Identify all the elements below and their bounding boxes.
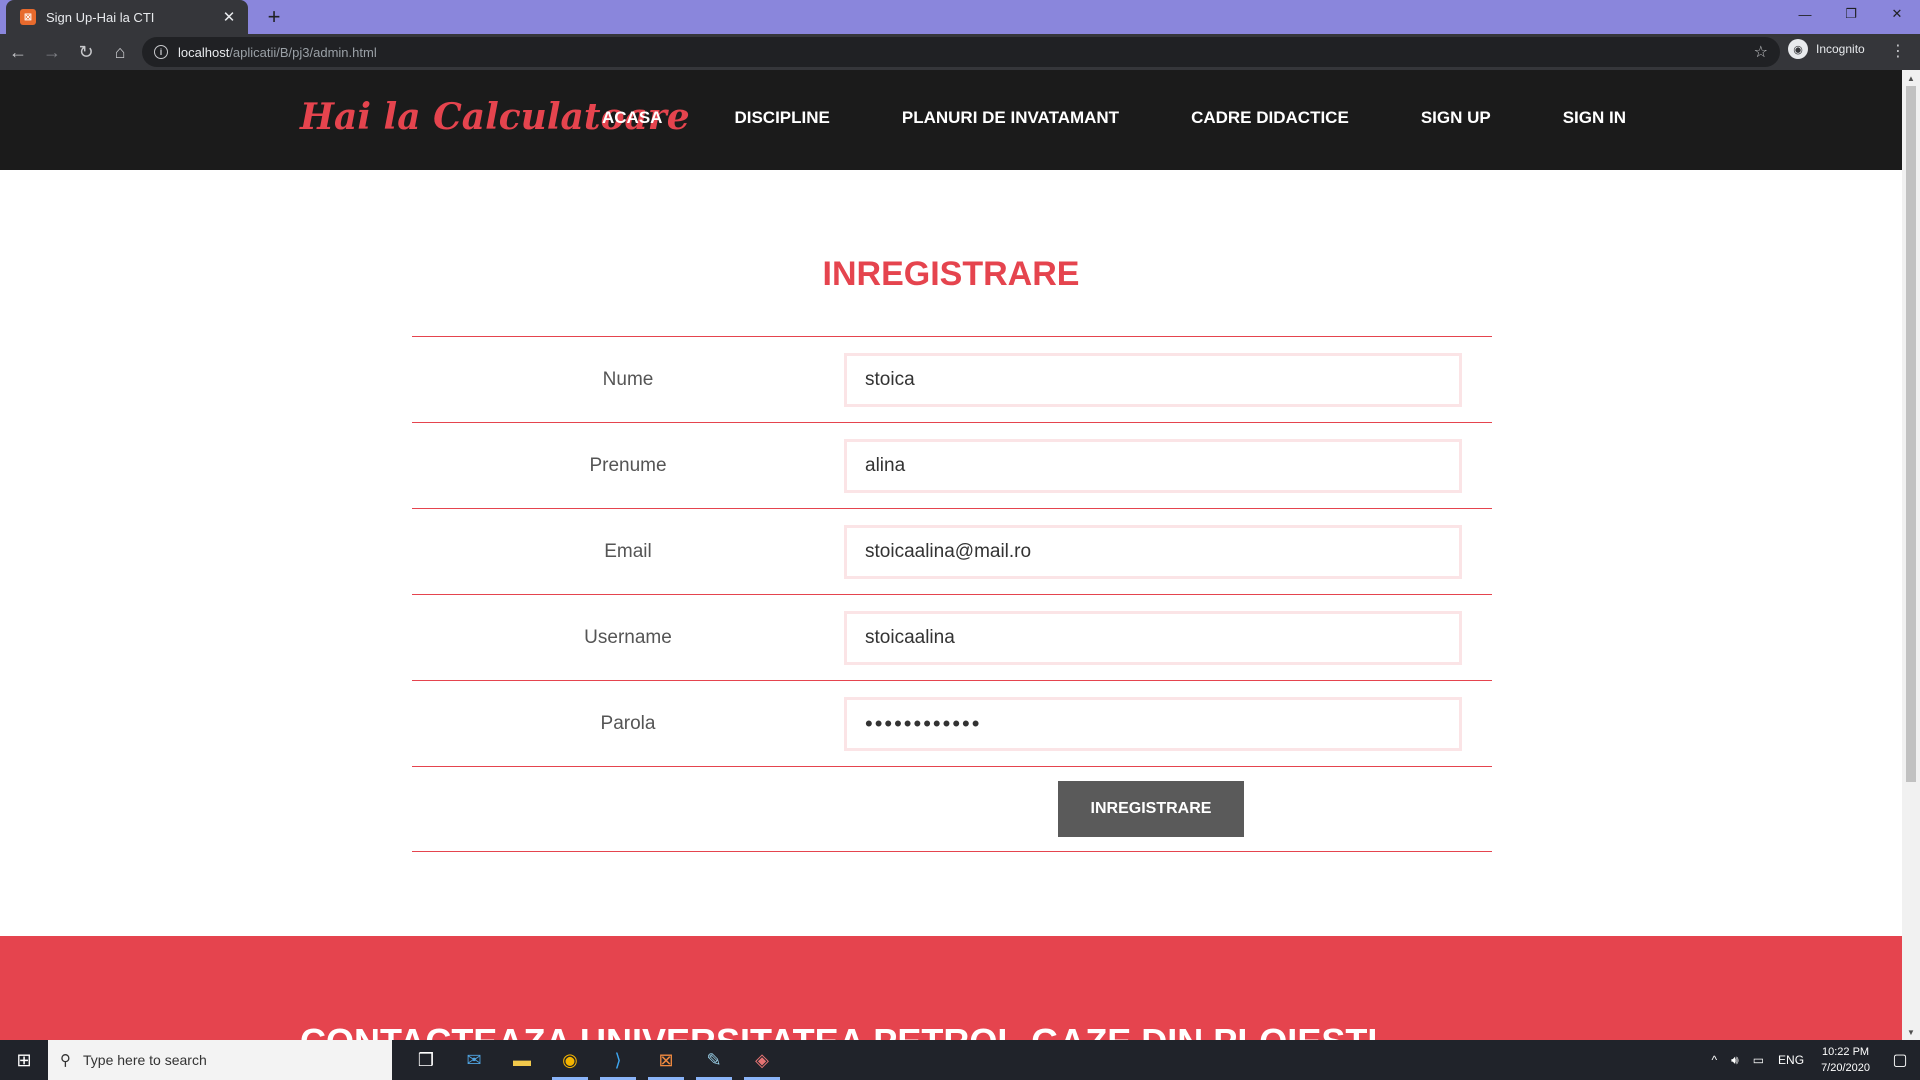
- signup-form: Nume Prenume Email Username Parola INREG…: [412, 336, 1492, 852]
- nume-label: Nume: [602, 368, 654, 390]
- language-indicator[interactable]: ENG: [1778, 1053, 1804, 1067]
- paint-icon[interactable]: ✎: [690, 1040, 738, 1080]
- nav-planuri[interactable]: PLANURI DE INVATAMANT: [902, 108, 1119, 128]
- incognito-icon: ◉: [1788, 39, 1808, 59]
- form-row-username: Username: [412, 594, 1492, 680]
- password-field[interactable]: [844, 696, 1462, 751]
- form-row-nume: Nume: [412, 336, 1492, 422]
- contact-section: CONTACTEAZA UNIVERSITATEA PETROL-GAZE DI…: [0, 936, 1902, 1040]
- mail-icon[interactable]: ✉: [450, 1040, 498, 1080]
- home-icon[interactable]: ⌂: [104, 36, 136, 68]
- paint-3d-icon[interactable]: ◈: [738, 1040, 786, 1080]
- taskbar-search[interactable]: ⚲ Type here to search: [48, 1040, 392, 1080]
- form-row-prenume: Prenume: [412, 422, 1492, 508]
- windows-start-icon[interactable]: ⊞: [0, 1040, 48, 1080]
- username-label: Username: [584, 626, 672, 648]
- windows-taskbar: ⊞ ⚲ Type here to search ❒ ✉ ▬ ◉ ⟩ ⊠ ✎ ◈ …: [0, 1040, 1920, 1080]
- url-path: /aplicatii/B/pj3/admin.html: [229, 44, 377, 60]
- chrome-icon[interactable]: ◉: [546, 1040, 594, 1080]
- page-scrollbar[interactable]: ▲ ▼: [1902, 70, 1920, 1040]
- nume-field[interactable]: [844, 352, 1462, 407]
- network-icon[interactable]: ▭: [1753, 1053, 1764, 1067]
- forward-icon[interactable]: →: [36, 36, 68, 68]
- xampp-icon[interactable]: ⊠: [642, 1040, 690, 1080]
- search-icon: ⚲: [60, 1052, 71, 1069]
- xampp-favicon-icon: ⊠: [20, 9, 36, 25]
- clock-time: 10:22 PM: [1821, 1046, 1870, 1058]
- scroll-down-icon[interactable]: ▼: [1902, 1024, 1920, 1040]
- close-tab-icon[interactable]: ✕: [220, 8, 238, 26]
- reload-icon[interactable]: ↻: [70, 36, 102, 68]
- bookmark-star-icon[interactable]: ☆: [1754, 42, 1768, 62]
- back-icon[interactable]: ←: [2, 36, 34, 68]
- restore-icon[interactable]: ❐: [1828, 0, 1874, 28]
- window-controls: — ❐ ✕: [1782, 0, 1920, 28]
- system-tray: ^ 🔊︎ ▭ ENG 10:22 PM 7/20/2020 ▢: [1705, 1040, 1920, 1080]
- contact-heading: CONTACTEAZA UNIVERSITATEA PETROL-GAZE DI…: [300, 1021, 1377, 1040]
- new-tab-icon[interactable]: +: [260, 3, 288, 31]
- browser-menu-icon[interactable]: ⋮: [1890, 42, 1906, 62]
- incognito-label: Incognito: [1816, 42, 1865, 56]
- browser-toolbar: ← → ↻ ⌂ i localhost/aplicatii/B/pj3/admi…: [0, 34, 1920, 70]
- page-title: INREGISTRARE: [822, 255, 1080, 293]
- form-row-submit: INREGISTRARE: [412, 766, 1492, 852]
- taskbar-apps: ❒ ✉ ▬ ◉ ⟩ ⊠ ✎ ◈: [402, 1040, 786, 1080]
- form-row-parola: Parola: [412, 680, 1492, 766]
- nav-sign-up[interactable]: SIGN UP: [1421, 108, 1491, 128]
- vscode-icon[interactable]: ⟩: [594, 1040, 642, 1080]
- address-bar[interactable]: i localhost/aplicatii/B/pj3/admin.html ☆: [142, 37, 1780, 67]
- page-viewport: Hai la Calculatoare ACASA DISCIPLINE PLA…: [0, 70, 1902, 1040]
- clock-date: 7/20/2020: [1821, 1062, 1870, 1074]
- browser-tab[interactable]: ⊠ Sign Up-Hai la CTI ✕: [6, 0, 248, 34]
- parola-label: Parola: [600, 712, 656, 734]
- file-explorer-icon[interactable]: ▬: [498, 1040, 546, 1080]
- task-view-icon[interactable]: ❒: [402, 1040, 450, 1080]
- nav-acasa[interactable]: ACASA: [602, 108, 662, 128]
- prenume-field[interactable]: [844, 438, 1462, 493]
- email-label: Email: [604, 540, 652, 562]
- email-field[interactable]: [844, 524, 1462, 579]
- chevron-up-icon[interactable]: ^: [1712, 1053, 1718, 1067]
- notifications-icon[interactable]: ▢: [1880, 1040, 1920, 1080]
- minimize-icon[interactable]: —: [1782, 0, 1828, 28]
- url-host: localhost: [178, 44, 230, 60]
- scroll-thumb[interactable]: [1906, 86, 1916, 782]
- scroll-up-icon[interactable]: ▲: [1902, 70, 1920, 86]
- nav-cadre-didactice[interactable]: CADRE DIDACTICE: [1191, 108, 1349, 128]
- search-placeholder: Type here to search: [83, 1052, 207, 1068]
- nav-discipline[interactable]: DISCIPLINE: [734, 108, 829, 128]
- site-header: Hai la Calculatoare ACASA DISCIPLINE PLA…: [0, 70, 1902, 170]
- site-nav: ACASA DISCIPLINE PLANURI DE INVATAMANT C…: [602, 108, 1698, 128]
- inregistrare-button[interactable]: INREGISTRARE: [1058, 781, 1244, 837]
- username-field[interactable]: [844, 610, 1462, 665]
- form-row-email: Email: [412, 508, 1492, 594]
- tab-title: Sign Up-Hai la CTI: [46, 9, 155, 25]
- nav-sign-in[interactable]: SIGN IN: [1563, 108, 1626, 128]
- clock[interactable]: 10:22 PM 7/20/2020: [1821, 1044, 1870, 1076]
- site-info-icon[interactable]: i: [154, 45, 168, 59]
- close-window-icon[interactable]: ✕: [1874, 0, 1920, 28]
- volume-icon[interactable]: 🔊︎: [1731, 1053, 1739, 1068]
- prenume-label: Prenume: [589, 454, 667, 476]
- browser-tab-strip: ⊠ Sign Up-Hai la CTI ✕ + — ❐ ✕: [0, 0, 1920, 34]
- incognito-indicator[interactable]: ◉ Incognito: [1788, 39, 1865, 59]
